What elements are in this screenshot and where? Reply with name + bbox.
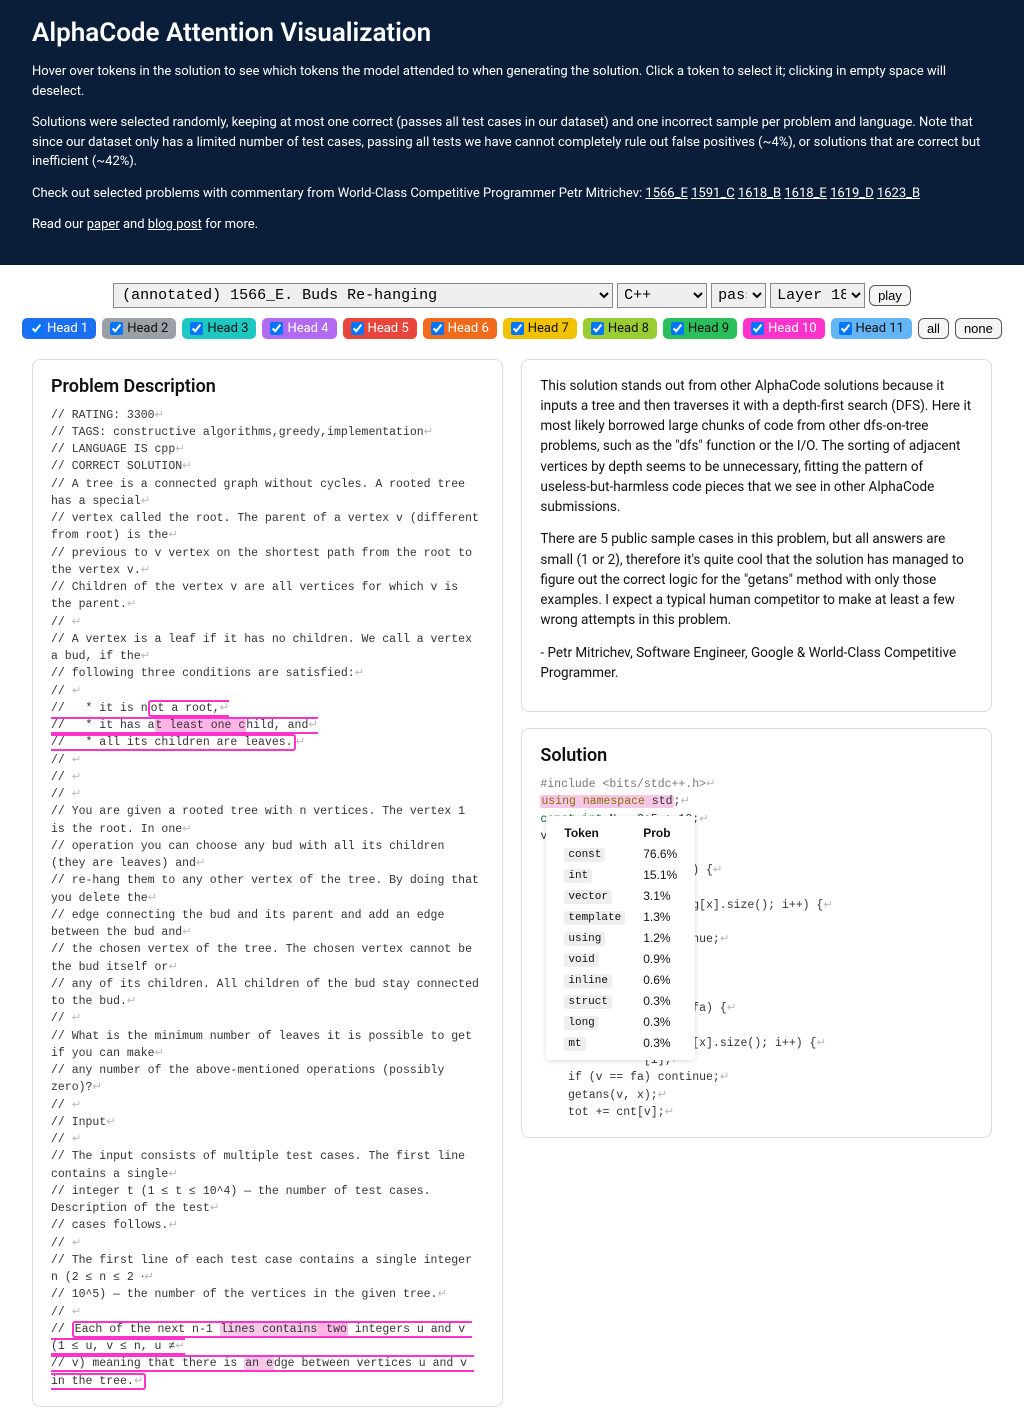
- link-1566e[interactable]: 1566_E: [645, 186, 687, 201]
- head-chip-4[interactable]: Head 4: [262, 318, 336, 339]
- head-label: Head 2: [127, 321, 168, 336]
- all-heads-button[interactable]: all: [918, 318, 949, 339]
- prob-token: vector: [564, 890, 612, 904]
- link-1618b[interactable]: 1618_B: [738, 186, 781, 201]
- head-chip-10[interactable]: Head 10: [743, 318, 824, 339]
- head-label: Head 9: [688, 321, 729, 336]
- prob-value: 0.3%: [635, 1012, 685, 1031]
- prob-row: template 1.3%: [556, 907, 685, 926]
- link-1618e[interactable]: 1618_E: [784, 186, 826, 201]
- solution-heading: Solution: [540, 745, 973, 766]
- problem-heading: Problem Description: [51, 376, 484, 397]
- blog-link[interactable]: blog post: [148, 217, 202, 232]
- commentary-p2: There are 5 public sample cases in this …: [540, 529, 973, 630]
- problem-select[interactable]: (annotated) 1566_E. Buds Re-hanging: [113, 283, 613, 308]
- prob-row: long 0.3%: [556, 1012, 685, 1031]
- prob-value: 76.6%: [635, 844, 685, 863]
- commentary-panel: This solution stands out from other Alph…: [521, 359, 992, 713]
- head-label: Head 3: [207, 321, 248, 336]
- prob-token: long: [564, 1016, 598, 1030]
- head-label: Head 10: [768, 321, 816, 336]
- intro-text: Hover over tokens in the solution to see…: [32, 62, 992, 101]
- read-more-line: Read our paper and blog post for more.: [32, 215, 992, 235]
- none-heads-button[interactable]: none: [955, 318, 1002, 339]
- head-chip-8[interactable]: Head 8: [583, 318, 657, 339]
- head-chip-1[interactable]: Head 1: [22, 318, 96, 339]
- head-checkbox-1[interactable]: [30, 322, 43, 335]
- toolbar: (annotated) 1566_E. Buds Re-hanging C++ …: [0, 265, 1024, 349]
- prob-row: vector 3.1%: [556, 886, 685, 905]
- head-chip-6[interactable]: Head 6: [423, 318, 497, 339]
- link-1591c[interactable]: 1591_C: [691, 186, 735, 201]
- prob-token: const: [564, 848, 605, 862]
- prob-row: void 0.9%: [556, 949, 685, 968]
- prob-value: 3.1%: [635, 886, 685, 905]
- head-checkbox-7[interactable]: [511, 322, 524, 335]
- link-1623b[interactable]: 1623_B: [877, 186, 920, 201]
- solution-panel: Solution #include <bits/stdc++.h>↵ using…: [521, 728, 992, 1138]
- prob-row: inline 0.6%: [556, 970, 685, 989]
- page-title: AlphaCode Attention Visualization: [32, 18, 992, 48]
- head-chip-3[interactable]: Head 3: [182, 318, 256, 339]
- commentary-p1: This solution stands out from other Alph…: [540, 376, 973, 518]
- head-chip-9[interactable]: Head 9: [663, 318, 737, 339]
- prob-value: 0.3%: [635, 991, 685, 1010]
- tooltip-header-prob: Prob: [635, 824, 685, 842]
- head-checkbox-6[interactable]: [431, 322, 444, 335]
- problem-panel: Problem Description // RATING: 3300↵ // …: [32, 359, 503, 1407]
- dataset-note: Solutions were selected randomly, keepin…: [32, 113, 992, 172]
- attention-highlight-2: Each of the next n-1 lines contains two …: [51, 1321, 474, 1390]
- heads-row: Head 1 Head 2 Head 3 Head 4 Head 5 Head 6 Head…: [22, 318, 1002, 339]
- prob-row: int 15.1%: [556, 865, 685, 884]
- prob-value: 0.3%: [635, 1033, 685, 1052]
- commentary-signature: - Petr Mitrichev, Software Engineer, Goo…: [540, 643, 973, 684]
- head-checkbox-10[interactable]: [751, 322, 764, 335]
- tooltip-header-token: Token: [556, 824, 633, 842]
- prob-token: void: [564, 953, 598, 967]
- layer-select[interactable]: Layer 18: [770, 283, 865, 308]
- head-checkbox-5[interactable]: [351, 322, 364, 335]
- head-checkbox-11[interactable]: [839, 322, 852, 335]
- head-checkbox-8[interactable]: [591, 322, 604, 335]
- prob-value: 1.3%: [635, 907, 685, 926]
- prob-token: using: [564, 932, 605, 946]
- prob-token: inline: [564, 974, 612, 988]
- prob-row: mt 0.3%: [556, 1033, 685, 1052]
- head-label: Head 8: [608, 321, 649, 336]
- head-chip-2[interactable]: Head 2: [102, 318, 176, 339]
- link-1619d[interactable]: 1619_D: [830, 186, 874, 201]
- prob-row: struct 0.3%: [556, 991, 685, 1010]
- play-button[interactable]: play: [869, 285, 911, 306]
- head-checkbox-2[interactable]: [110, 322, 123, 335]
- paper-link[interactable]: paper: [87, 217, 120, 232]
- head-label: Head 5: [368, 321, 409, 336]
- commentary-links-line: Check out selected problems with comment…: [32, 184, 992, 204]
- problem-text[interactable]: // RATING: 3300↵ // TAGS: constructive a…: [51, 407, 484, 1390]
- prob-value: 0.6%: [635, 970, 685, 989]
- head-label: Head 6: [448, 321, 489, 336]
- prob-row: using 1.2%: [556, 928, 685, 947]
- prob-value: 15.1%: [635, 865, 685, 884]
- prob-value: 0.9%: [635, 949, 685, 968]
- head-chip-5[interactable]: Head 5: [343, 318, 417, 339]
- prob-token: struct: [564, 995, 612, 1009]
- head-chip-11[interactable]: Head 11: [831, 318, 912, 339]
- prob-token: mt: [564, 1037, 585, 1051]
- result-select[interactable]: pass: [711, 283, 766, 308]
- head-label: Head 11: [856, 321, 904, 336]
- head-checkbox-3[interactable]: [190, 322, 203, 335]
- language-select[interactable]: C++: [617, 283, 707, 308]
- head-label: Head 1: [47, 321, 88, 336]
- head-checkbox-4[interactable]: [270, 322, 283, 335]
- token-probability-tooltip: Token Prob const 76.6% int 15.1% vector 3.1% t…: [546, 816, 695, 1060]
- prob-row: const 76.6%: [556, 844, 685, 863]
- prob-value: 1.2%: [635, 928, 685, 947]
- head-label: Head 7: [528, 321, 569, 336]
- prob-token: int: [564, 869, 592, 883]
- page-header: AlphaCode Attention Visualization Hover …: [0, 0, 1024, 265]
- head-chip-7[interactable]: Head 7: [503, 318, 577, 339]
- prob-token: template: [564, 911, 625, 925]
- head-label: Head 4: [287, 321, 328, 336]
- head-checkbox-9[interactable]: [671, 322, 684, 335]
